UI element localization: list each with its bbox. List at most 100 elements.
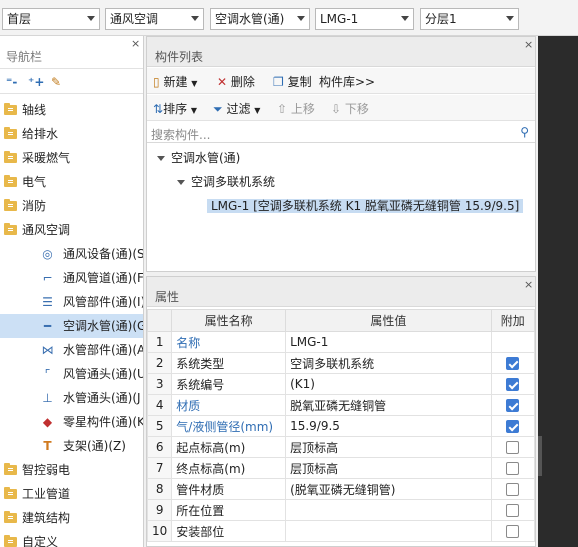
nav-subitem-duct[interactable]: ⌐ 通风管道(通)(F: [0, 266, 143, 290]
nav-item-hvac[interactable]: 通风空调: [0, 218, 143, 242]
table-row[interactable]: 9 所在位置: [147, 499, 535, 521]
chevron-down-icon: [191, 16, 199, 21]
table-row[interactable]: 3 系统编号 (K1): [147, 373, 535, 395]
nav-item-plumbing[interactable]: 给排水: [0, 122, 143, 146]
copy-button[interactable]: ❐ 复制: [273, 73, 312, 90]
close-icon[interactable]: ×: [524, 38, 533, 51]
index-header: [147, 309, 173, 332]
table-row[interactable]: 6 起点标高(m) 层顶标高: [147, 436, 535, 458]
property-name: 终点标高(m): [171, 457, 287, 479]
property-value[interactable]: (脱氧亚磷无缝铜管): [285, 478, 492, 500]
nav-subitem-pipe-part[interactable]: ⋈ 水管部件(通)(A: [0, 338, 144, 362]
attach-checkbox[interactable]: [506, 504, 520, 517]
property-value[interactable]: [285, 499, 492, 521]
arrow-down-icon: ⇩: [331, 102, 342, 116]
delete-button[interactable]: ✕ 删除: [217, 73, 255, 90]
nav-item-structure[interactable]: 建筑结构: [0, 506, 143, 530]
chevron-down-icon: [87, 16, 95, 21]
close-icon[interactable]: ×: [131, 37, 140, 50]
nav-subitem-misc-part[interactable]: ◆ 零星构件(通)(K: [0, 410, 143, 434]
property-value[interactable]: 15.9/9.5: [285, 415, 492, 437]
tree-node-system[interactable]: 空调多联机系统: [177, 171, 275, 193]
table-row[interactable]: 4 材质 脱氧亚磷无缝铜管: [147, 394, 535, 416]
search-icon[interactable]: ⚲: [520, 125, 529, 139]
nav-item-electrical[interactable]: 电气: [0, 170, 143, 194]
floor-select[interactable]: 首层: [2, 8, 100, 30]
nav-subitem-fan-device[interactable]: ◎ 通风设备(通)(S: [0, 242, 143, 266]
search-input[interactable]: 搜索构件...: [151, 126, 210, 143]
component-type-select[interactable]: 空调水管(通): [210, 8, 310, 30]
component-select[interactable]: LMG-1: [315, 8, 414, 30]
nav-item-label: 电气: [22, 175, 47, 189]
nav-subitem-pipe-fitting[interactable]: ⊥ 水管通头(通)(J: [0, 386, 143, 410]
edit-icon[interactable]: ✎: [51, 75, 61, 89]
attach-checkbox[interactable]: [506, 399, 520, 412]
property-value[interactable]: (K1): [285, 373, 492, 395]
top-toolbar: 首层 通风空调 空调水管(通) LMG-1 分层1: [0, 0, 578, 36]
chevron-down-icon: [297, 16, 305, 21]
attach-cell: [490, 394, 535, 416]
move-down-button[interactable]: ⇩ 下移: [331, 100, 369, 117]
property-name: 安装部位: [171, 520, 287, 542]
row-index: 6: [147, 436, 173, 458]
table-row[interactable]: 2 系统类型 空调多联机系统: [147, 352, 535, 374]
property-value[interactable]: 层顶标高: [285, 457, 492, 479]
table-row[interactable]: 8 管件材质 (脱氧亚磷无缝铜管): [147, 478, 535, 500]
name-header: 属性名称: [171, 309, 287, 332]
nav-item-smart-control[interactable]: 智控弱电: [0, 458, 143, 482]
discipline-select[interactable]: 通风空调: [105, 8, 204, 30]
filter-button[interactable]: ⏷ 过滤 ▼: [213, 100, 260, 117]
navigation-panel: × 导航栏 ⁼- ⁺+ ✎ 轴线 给排水 采暖燃气 电气 消防 通风空调 ◎ 通风…: [0, 36, 144, 547]
row-index: 7: [147, 457, 173, 479]
property-value[interactable]: 层顶标高: [285, 436, 492, 458]
attach-checkbox[interactable]: [506, 525, 520, 538]
move-up-button[interactable]: ⇧ 上移: [277, 100, 315, 117]
row-index: 5: [147, 415, 173, 437]
chevron-down-icon: ▼: [254, 106, 261, 115]
collapse-all-icon[interactable]: ⁼-: [6, 75, 17, 89]
duct-icon: ⌐: [42, 271, 53, 285]
attach-checkbox[interactable]: [506, 378, 520, 391]
close-icon[interactable]: ×: [524, 278, 533, 291]
expand-icon[interactable]: [177, 180, 185, 185]
new-button[interactable]: ▯ 新建 ▼: [153, 73, 197, 90]
nav-item-custom[interactable]: 自定义: [0, 530, 143, 547]
attach-checkbox[interactable]: [506, 441, 520, 454]
nav-item-label: 消防: [22, 199, 47, 213]
layer-select[interactable]: 分层1: [420, 8, 519, 30]
nav-subitem-duct-part[interactable]: ☰ 风管部件(通)(I): [0, 290, 143, 314]
nav-item-axis[interactable]: 轴线: [0, 98, 143, 122]
duct-fitting-icon: ⌜: [44, 367, 51, 381]
nav-subitem-duct-fitting[interactable]: ⌜ 风管通头(通)(U: [0, 362, 143, 386]
component-toolbar: ▯ 新建 ▼ ✕ 删除 ❐ 复制 构件库>>: [147, 68, 535, 94]
nav-subitem-support[interactable]: T 支架(通)(Z): [0, 434, 143, 458]
resize-handle[interactable]: [538, 436, 542, 476]
attach-checkbox[interactable]: [506, 483, 520, 496]
component-search[interactable]: 搜索构件... ⚲: [147, 123, 535, 143]
property-value[interactable]: [285, 520, 492, 542]
property-value[interactable]: LMG-1: [285, 331, 492, 353]
nav-item-heating-gas[interactable]: 采暖燃气: [0, 146, 143, 170]
attach-checkbox[interactable]: [506, 420, 520, 433]
expand-icon[interactable]: [157, 156, 165, 161]
sort-button[interactable]: ⇅排序 ▼: [153, 100, 197, 117]
nav-item-industrial-pipe[interactable]: 工业管道: [0, 482, 143, 506]
attach-cell: [490, 331, 535, 353]
table-row[interactable]: 10 安装部位: [147, 520, 535, 542]
attach-checkbox[interactable]: [506, 357, 520, 370]
copy-button-label: 复制: [287, 75, 312, 89]
table-row[interactable]: 7 终点标高(m) 层顶标高: [147, 457, 535, 479]
nav-subitem-water-pipe[interactable]: ━ 空调水管(通)(G: [0, 314, 143, 338]
tree-node-root[interactable]: 空调水管(通): [157, 147, 240, 169]
canvas-area[interactable]: [538, 36, 578, 547]
expand-all-icon[interactable]: ⁺+: [28, 75, 44, 89]
table-row[interactable]: 5 气/液侧管径(mm) 15.9/9.5: [147, 415, 535, 437]
nav-item-fire[interactable]: 消防: [0, 194, 143, 218]
tree-node-lmg1[interactable]: LMG-1 [空调多联机系统 K1 脱氧亚磷无缝铜管 15.9/9.5]: [207, 195, 524, 217]
property-value[interactable]: 空调多联机系统: [285, 352, 492, 374]
attach-checkbox[interactable]: [506, 462, 520, 475]
table-row[interactable]: 1 名称 LMG-1: [147, 331, 535, 353]
attach-cell: [490, 436, 535, 458]
property-value[interactable]: 脱氧亚磷无缝铜管: [285, 394, 492, 416]
library-button[interactable]: 构件库>>: [319, 73, 375, 90]
